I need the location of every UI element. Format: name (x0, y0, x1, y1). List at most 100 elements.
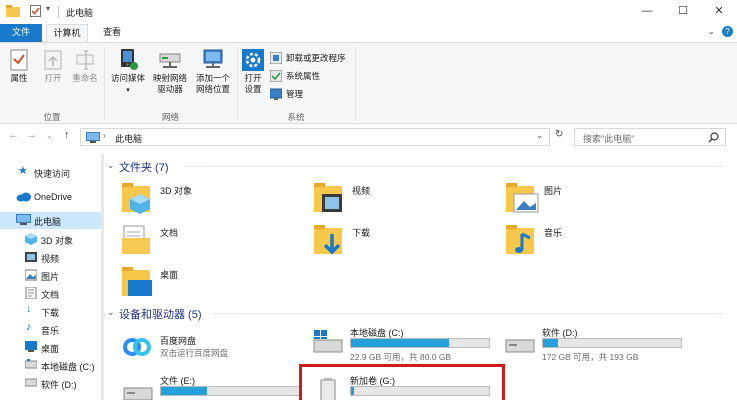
document-folder-icon (122, 225, 150, 254)
device-software-d[interactable]: 软件 (D:) 172 GB 可用，共 193 GB (504, 326, 684, 370)
folders-section-header[interactable]: ⌄ 文件夹 (7) (107, 159, 169, 175)
open-button[interactable]: 打开 (40, 49, 66, 84)
pc-icon (16, 214, 31, 225)
nav-item-downloads[interactable]: ↓ 下载 (0, 303, 104, 320)
usage-bar (350, 338, 490, 348)
divider (58, 6, 59, 18)
manage-label: 管理 (286, 89, 304, 99)
video-folder-icon (314, 183, 342, 212)
nav-label: 文档 (41, 290, 60, 300)
group-label-network: 网络 (161, 112, 179, 122)
breadcrumb-chevron-icon: › (103, 131, 106, 140)
system-properties-label: 系统属性 (286, 71, 321, 81)
group-separator (104, 47, 105, 121)
network-drive-icon (159, 53, 181, 68)
star-icon: ★ (18, 165, 28, 177)
access-media-button[interactable]: 访问媒体 ▾ (108, 49, 148, 96)
map-network-drive-button[interactable]: 映射网络驱动器 (150, 49, 190, 95)
nav-item-documents[interactable]: 文档 (0, 285, 104, 302)
device-info: 172 GB 可用，共 193 GB (542, 352, 639, 362)
collapse-ribbon-icon[interactable]: ⌄ (708, 27, 715, 36)
add-network-location-button[interactable]: 添加一个网络位置 (192, 49, 234, 95)
folder-pictures[interactable]: 图片 (506, 180, 666, 224)
devices-section-header[interactable]: ⌄ 设备和驱动器 (5) (107, 306, 202, 322)
drive-icon (505, 339, 535, 353)
rename-button[interactable]: 重命名 (70, 49, 100, 84)
content-area: ⌄ 文件夹 (7) 3D 对象 视频 图片 文档 下载 音乐 桌面 ⌄ 设备和驱… (104, 150, 737, 400)
up-arrow-icon[interactable]: ↑ (64, 129, 70, 141)
title-bar: ▾ 此电脑 — ☐ ✕ (0, 0, 737, 24)
nav-label: 本地磁盘 (C:) (41, 362, 95, 372)
nav-item-3d-objects[interactable]: 3D 对象 (0, 231, 104, 248)
search-input[interactable]: 搜索"此电脑" (574, 128, 726, 146)
maximize-button[interactable]: ☐ (665, 0, 701, 24)
nav-item-videos[interactable]: 视频 (0, 249, 104, 266)
desktop-folder-icon (122, 267, 152, 296)
folder-name: 图片 (544, 186, 563, 196)
device-baidu-netdisk[interactable]: 百度网盘 双击运行百度网盘 (122, 330, 302, 374)
nav-item-desktop[interactable]: 桌面 (0, 339, 104, 356)
forward-arrow-icon[interactable]: → (26, 129, 37, 141)
ribbon-tabs: 文件 计算机 查看 ⌄ ? (0, 24, 737, 43)
usage-fill (161, 387, 207, 395)
download-icon: ↓ (26, 303, 32, 315)
properties-button[interactable]: 属性 (6, 49, 32, 84)
folders-section-title: 文件夹 (7) (119, 162, 169, 174)
desktop-icon (25, 341, 37, 352)
music-folder-icon (506, 225, 534, 254)
close-button[interactable]: ✕ (701, 0, 737, 24)
music-icon: ♪ (26, 321, 32, 333)
window-title: 此电脑 (66, 8, 94, 18)
device-files-e[interactable]: 文件 (E:) (122, 374, 302, 400)
rename-label: 重命名 (72, 73, 98, 83)
quick-access-dropdown-icon[interactable]: ▾ (46, 4, 50, 13)
chevron-down-icon: ⌄ (107, 160, 115, 170)
folder-documents[interactable]: 文档 (122, 222, 282, 266)
nav-item-music[interactable]: ♪ 音乐 (0, 321, 104, 338)
folder-downloads[interactable]: 下载 (314, 222, 474, 266)
nav-item-quick-access[interactable]: ★ 快速访问 (0, 164, 104, 181)
folder-desktop[interactable]: 桌面 (122, 264, 282, 308)
nav-item-this-pc[interactable]: 此电脑 (0, 212, 104, 229)
nav-label: 图片 (41, 272, 60, 282)
download-folder-icon (314, 225, 342, 255)
section-divider (184, 166, 724, 167)
minimize-button[interactable]: — (629, 0, 665, 24)
address-bar[interactable]: › 此电脑 ⌄ (80, 128, 550, 146)
nav-item-local-disk-c[interactable]: 本地磁盘 (C:) (0, 357, 104, 374)
group-separator (237, 47, 238, 121)
pc-icon (86, 132, 100, 143)
folder-music[interactable]: 音乐 (506, 222, 666, 266)
properties-icon (10, 49, 28, 71)
address-path: 此电脑 (115, 134, 143, 144)
uninstall-icon (270, 52, 282, 64)
nav-label: 快速访问 (34, 169, 71, 179)
address-row: ← → ⌄ ↑ › 此电脑 ⌄ ↻ 搜索"此电脑" (0, 124, 737, 150)
chevron-down-icon: ⌄ (107, 307, 115, 317)
nav-item-onedrive[interactable]: OneDrive (0, 189, 104, 206)
address-dropdown-icon[interactable]: ⌄ (536, 131, 543, 140)
properties-quick-icon[interactable] (30, 5, 41, 17)
media-icon (121, 49, 138, 70)
help-icon[interactable]: ? (722, 26, 733, 37)
tab-view[interactable]: 查看 (92, 24, 132, 43)
open-label: 打开 (44, 73, 62, 83)
picture-icon (25, 269, 37, 281)
drive-icon (25, 378, 37, 387)
section-divider (212, 313, 724, 314)
tab-computer[interactable]: 计算机 (46, 24, 88, 43)
tab-file[interactable]: 文件 (0, 24, 42, 43)
uninstall-label: 卸载或更改程序 (286, 53, 346, 63)
folder-videos[interactable]: 视频 (314, 180, 474, 224)
nav-item-pictures[interactable]: 图片 (0, 267, 104, 284)
recent-locations-icon[interactable]: ⌄ (46, 131, 53, 140)
folder-3d-objects[interactable]: 3D 对象 (122, 180, 282, 224)
back-arrow-icon[interactable]: ← (8, 129, 19, 141)
open-settings-button[interactable]: 打开设置 (240, 49, 266, 95)
refresh-icon[interactable]: ↻ (555, 129, 563, 140)
folder-name: 音乐 (544, 228, 563, 238)
properties-label: 属性 (10, 73, 28, 83)
nav-item-software-d[interactable]: 软件 (D:) (0, 375, 104, 392)
navigation-pane: ★ 快速访问 OneDrive 此电脑 3D 对象 视频 图片 文档 ↓ 下载 … (0, 150, 104, 400)
device-info: 22.9 GB 可用，共 80.0 GB (350, 352, 452, 362)
